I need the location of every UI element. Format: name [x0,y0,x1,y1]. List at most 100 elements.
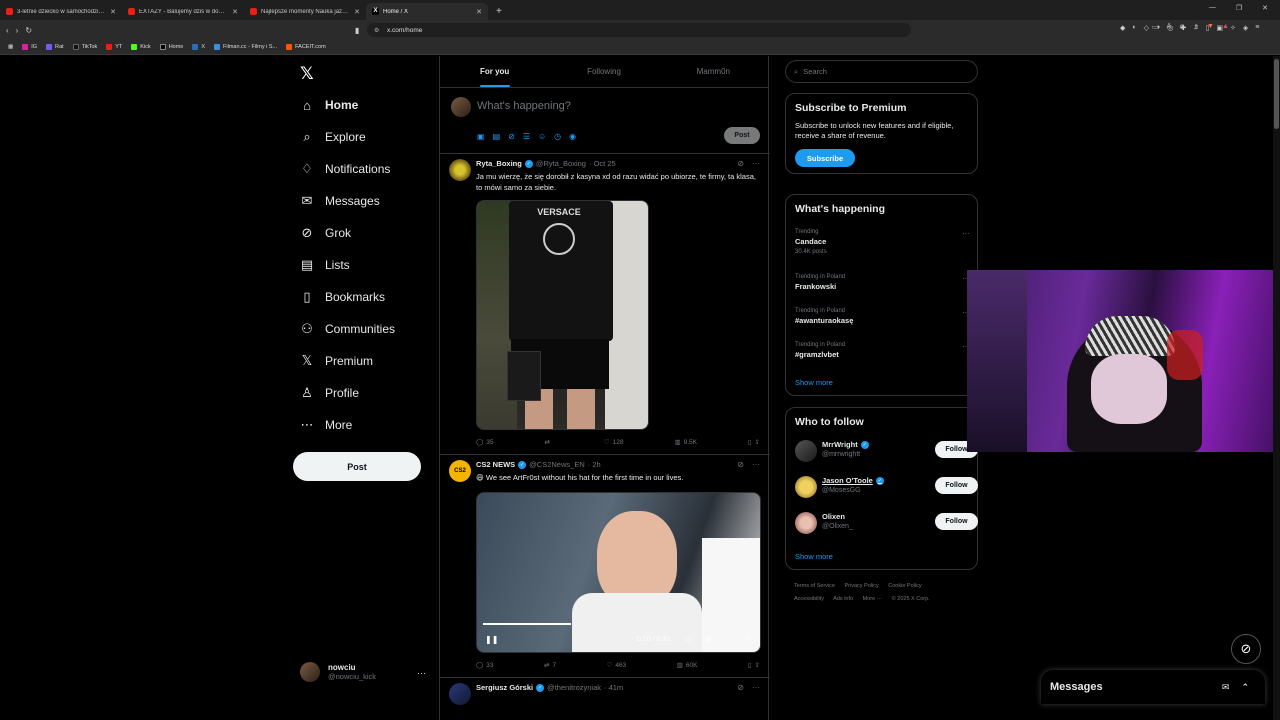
nav-item-premium[interactable]: 𝕏 Premium [300,353,373,368]
close-icon[interactable]: ✕ [110,8,116,16]
avatar[interactable] [795,440,817,462]
avatar[interactable] [449,683,471,705]
expand-icon[interactable]: ⌃ [1241,682,1249,693]
subscribe-button[interactable]: Subscribe [795,149,855,167]
location-icon[interactable]: ◉ [569,132,576,141]
bookmark-item[interactable]: IG [22,44,37,50]
close-icon[interactable]: ✕ [476,8,482,16]
trend-item[interactable]: Trending in Poland #awanturaokasę ··· [795,308,970,325]
nav-item-grok[interactable]: ⊘ Grok [300,225,351,240]
minimize-icon[interactable]: — [1209,4,1216,12]
tweet[interactable]: Sergiusz Górski ✓ @thenitrozyniak · 41m … [440,679,770,720]
close-icon[interactable]: ✕ [354,8,360,16]
follow-name[interactable]: Olixen [822,512,845,521]
follow-name[interactable]: MrrWright ✓ [822,440,869,449]
tweet-time[interactable]: · Oct 25 [589,159,616,168]
like-button[interactable]: ♡ 128 [604,438,624,447]
extension-icon[interactable]: ◇ [1144,24,1149,32]
like-button[interactable]: ♡ 463 [607,661,627,670]
browser-tab[interactable]: Najlepsze momenty Nauka jazdy 3 ✕ [244,3,366,20]
account-switcher[interactable]: nowciu @nowciu_kick ··· [300,662,430,682]
grok-icon[interactable]: ⊘ [737,159,744,168]
emoji-icon[interactable]: ☺ [538,132,546,141]
new-message-icon[interactable]: ✉ [1222,682,1230,693]
reply-button[interactable]: ◯ 35 [476,438,494,447]
tweet-image[interactable]: VERSACE [476,200,649,430]
footer-link[interactable]: Accessibility [794,596,824,602]
bookmark-item[interactable]: TikTok [72,44,97,50]
more-icon[interactable]: ··· [417,668,426,678]
tweet[interactable]: Ryta_Boxing ✓ @Ryta_Boxing · Oct 25 ⊘ ··… [440,155,770,455]
tweet-time[interactable]: · 41m [604,683,623,692]
nav-item-bookmarks[interactable]: ▯ Bookmarks [300,289,385,304]
bookmark-item[interactable]: YT [106,44,122,50]
x-logo-icon[interactable]: 𝕏 [300,64,314,84]
browser-tab[interactable]: EXTAZY - Balujemy dziś w domu [Off ✕ [122,3,244,20]
bookmark-item[interactable]: Kick [131,44,151,50]
footer-link[interactable]: Cookie Policy [888,583,921,589]
trend-item[interactable]: Trending Candace 30.4K posts ··· [795,229,970,255]
compose-post-button[interactable]: Post [724,127,760,144]
more-icon[interactable]: ··· [752,460,760,469]
close-icon[interactable]: ✕ [232,8,238,16]
avatar[interactable] [449,159,471,181]
bookmark-item[interactable]: Filman.cc - Filmy i S... [214,44,277,50]
avatar[interactable] [795,476,817,498]
tweet-author-name[interactable]: CS2 NEWS [476,460,515,469]
footer-link[interactable]: Ads info [833,596,853,602]
bookmark-item[interactable]: Home [159,44,183,50]
browser-tab[interactable]: 3-letnie dziecko w samochodzie i po ✕ [0,3,122,20]
messages-drawer[interactable]: Messages ✉ ⌃ [1041,670,1265,704]
puzzle-icon[interactable]: ✚ [1180,24,1186,32]
follow-button[interactable]: Follow [935,477,978,494]
follow-button[interactable]: Follow [935,513,978,530]
views-button[interactable]: ▥ 60K [677,661,698,670]
schedule-icon[interactable]: ◷ [554,132,561,141]
fullscreen-icon[interactable]: ⤢ [743,635,749,645]
extension-icon[interactable]: ◐ [1132,24,1136,32]
new-tab-button[interactable]: + [496,6,502,17]
grok-floating-button[interactable]: ⊘ [1231,634,1261,664]
show-more-link[interactable]: Show more [795,552,833,561]
tweet-author-handle[interactable]: @Ryta_Boxing [536,159,586,168]
reload-icon[interactable]: ↻ [25,26,32,35]
follow-suggestion[interactable]: Olixen @Olixen_ Follow [795,510,978,536]
video-progress[interactable] [483,623,571,625]
footer-link[interactable]: Terms of Service [794,583,835,589]
tweet-author-name[interactable]: Sergiusz Górski [476,683,533,692]
bookmark-item[interactable]: X [192,44,205,50]
more-icon[interactable]: ··· [962,229,970,238]
media-icon[interactable]: ♫ [1193,24,1198,32]
views-button[interactable]: ▥ 9.5K [674,438,697,447]
nav-item-notifications[interactable]: ♢ Notifications [300,161,390,176]
site-info-icon[interactable]: ⚙ [374,27,379,34]
share-icon[interactable]: ⇪ [755,438,760,446]
bookmark-item[interactable]: Rat [46,44,64,50]
nav-item-messages[interactable]: ✉ Messages [300,193,380,208]
nav-item-communities[interactable]: ⚇ Communities [300,321,395,336]
image-icon[interactable]: ▣ [477,132,485,141]
mute-icon[interactable]: ◁ [685,635,691,644]
tweet[interactable]: CS2 CS2 NEWS ✓ @CS2News_EN · 2h ⊘ ··· 😄 … [440,456,770,678]
follow-suggestion[interactable]: MrrWright ✓ @mrrwrightt Follow [795,438,978,464]
maximize-icon[interactable]: ❐ [1236,4,1242,12]
gif-icon[interactable]: ▤ [493,132,501,141]
footer-link[interactable]: Privacy Policy [845,583,879,589]
tweet-author-handle[interactable]: @thenitrozyniak [547,683,601,692]
grok-icon[interactable]: ⊘ [737,460,744,469]
search-input[interactable]: ⌕ Search [785,60,978,83]
repost-button[interactable]: ⇄ [544,438,552,446]
close-window-icon[interactable]: ✕ [1262,4,1268,12]
extension-icon[interactable]: ◑ [1156,24,1160,32]
nav-item-home[interactable]: ⌂ Home [300,98,358,113]
nav-item-more[interactable]: ⋯ More [300,417,353,432]
bookmark-page-icon[interactable]: ▮ [355,26,359,35]
tweet-author-name[interactable]: Ryta_Boxing [476,159,522,168]
extension-icon[interactable]: ◎ [1167,24,1173,32]
show-more-link[interactable]: Show more [795,378,833,387]
post-button[interactable]: Post [293,452,421,481]
follow-suggestion[interactable]: Jason O'Toole ✓ @MosesGG Follow [795,474,978,500]
trend-item[interactable]: Trending in Poland Frankowski ··· [795,274,970,291]
trend-item[interactable]: Trending in Poland #gramzlvbet ··· [795,342,970,359]
tweet-author-handle[interactable]: @CS2News_EN [529,460,585,469]
